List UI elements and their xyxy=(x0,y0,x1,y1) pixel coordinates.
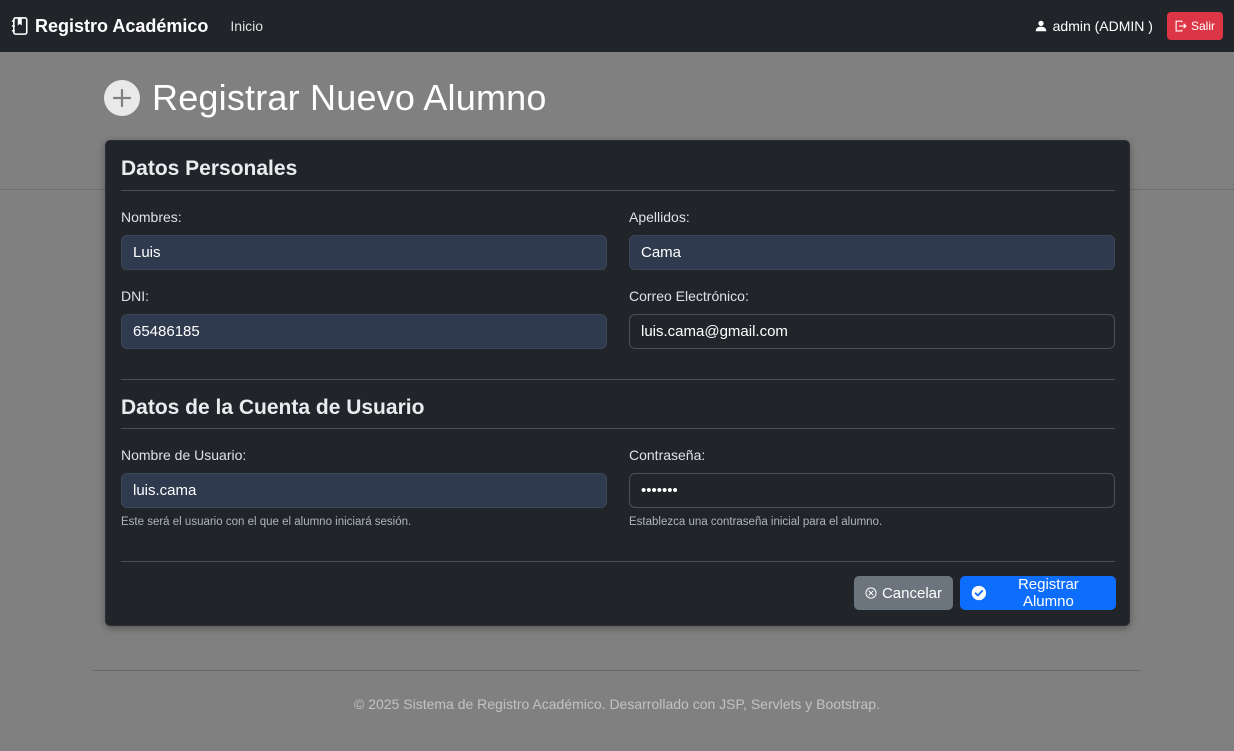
section-divider xyxy=(121,379,1115,380)
nav-link-inicio[interactable]: Inicio xyxy=(230,18,263,34)
journal-bookmark-icon xyxy=(11,17,28,35)
page-title: Registrar Nuevo Alumno xyxy=(104,76,547,120)
cancel-button[interactable]: Cancelar xyxy=(854,576,953,610)
footer-rule xyxy=(93,670,1141,671)
brand-text: Registro Académico xyxy=(35,15,209,36)
plus-circle-icon xyxy=(104,80,140,116)
apellidos-label: Apellidos: xyxy=(629,209,690,225)
email-input[interactable] xyxy=(629,314,1115,349)
register-student-button[interactable]: Registrar Alumno xyxy=(960,576,1116,610)
email-label: Correo Electrónico: xyxy=(629,288,749,304)
nombres-input[interactable] xyxy=(121,235,607,270)
register-student-form: Datos Personales Nombres: Apellidos: DNI… xyxy=(105,140,1130,626)
section-title-personal: Datos Personales xyxy=(121,157,298,180)
logout-label: Salir xyxy=(1190,19,1215,33)
x-circle-icon xyxy=(865,587,877,599)
username-help: Este será el usuario con el que el alumn… xyxy=(121,516,412,528)
footer-text: © 2025 Sistema de Registro Académico. De… xyxy=(354,696,880,712)
logout-button[interactable]: Salir xyxy=(1166,12,1223,40)
dni-input[interactable] xyxy=(121,314,607,349)
nombres-label: Nombres: xyxy=(121,209,182,225)
navbar-right: admin (ADMIN ) Salir xyxy=(1035,12,1223,40)
page-title-text: Registrar Nuevo Alumno xyxy=(152,77,547,118)
actions-divider xyxy=(121,561,1115,562)
box-arrow-right-icon xyxy=(1175,20,1187,32)
check-circle-icon xyxy=(971,585,987,601)
brand-link[interactable]: Registro Académico xyxy=(11,16,208,37)
user-info: admin (ADMIN ) xyxy=(1035,18,1153,34)
section-title-account: Datos de la Cuenta de Usuario xyxy=(121,396,425,419)
password-input[interactable] xyxy=(629,473,1115,508)
section-rule-personal xyxy=(121,190,1115,191)
password-help: Establezca una contraseña inicial para e… xyxy=(629,516,883,528)
username-input[interactable] xyxy=(121,473,607,508)
person-icon xyxy=(1035,20,1046,32)
navbar: Registro Académico Inicio admin (ADMIN )… xyxy=(0,0,1234,52)
submit-label: Registrar Alumno xyxy=(1017,576,1079,610)
apellidos-input[interactable] xyxy=(629,235,1115,270)
password-label: Contraseña: xyxy=(629,447,706,463)
cancel-label: Cancelar xyxy=(881,584,942,602)
user-label: admin (ADMIN ) xyxy=(1052,18,1153,34)
section-rule-account xyxy=(121,428,1115,429)
dni-label: DNI: xyxy=(121,288,149,304)
username-label: Nombre de Usuario: xyxy=(121,447,247,463)
